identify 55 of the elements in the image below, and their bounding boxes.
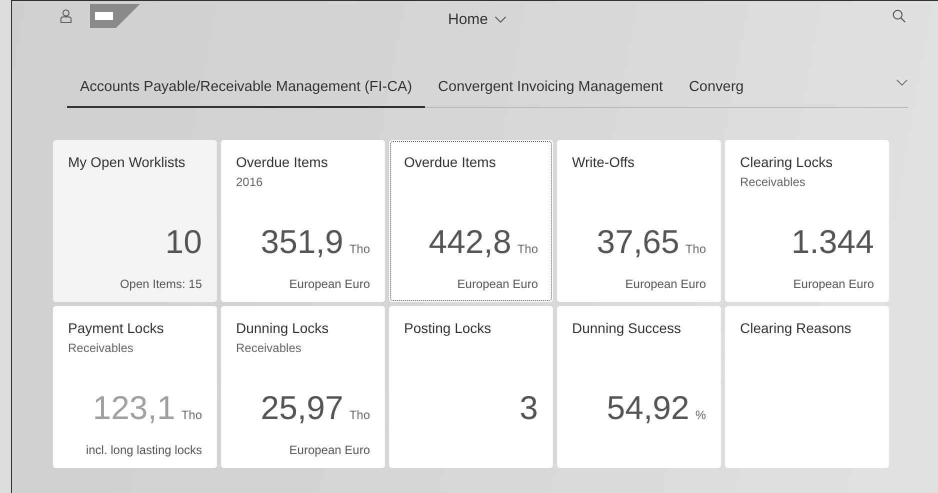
tile-title: Overdue Items <box>404 154 497 170</box>
kpi-unit: Tho <box>181 408 202 422</box>
tile-title: Posting Locks <box>404 320 492 336</box>
kpi-unit: % <box>695 408 706 422</box>
tile[interactable]: Dunning Success 54,92 % <box>557 306 721 468</box>
tile[interactable]: Overdue Items 442,8 Tho European Euro <box>389 140 553 302</box>
tile-footer: European Euro <box>289 277 370 291</box>
kpi-unit: Tho <box>517 242 538 256</box>
tab[interactable]: Accounts Payable/Receivable Management (FI-CA) <box>67 67 426 108</box>
chevron-down-icon[interactable] <box>896 79 908 86</box>
tile-footer: European Euro <box>625 277 706 291</box>
tile-subtitle: 2016 <box>236 175 264 189</box>
tile-title: Dunning Success <box>572 320 682 336</box>
kpi-unit: Tho <box>349 408 370 422</box>
tile[interactable]: Dunning Locks Receivables 25,97 Tho European Euro <box>221 306 385 468</box>
tile-title: My Open Worklists <box>68 154 186 170</box>
tile[interactable]: Overdue Items 2016 351,9 Tho European Euro <box>221 140 385 302</box>
tile-title: Clearing Reasons <box>740 320 852 336</box>
tile-title: Write-Offs <box>572 154 636 170</box>
kpi-value: 25,97 <box>260 389 344 427</box>
tile[interactable]: Clearing Locks Receivables 1.344 European Euro <box>725 140 889 302</box>
tile-subtitle: Receivables <box>236 341 302 355</box>
kpi-value: 10 <box>165 223 202 261</box>
tile-title: Overdue Items <box>236 154 329 170</box>
kpi-value: 1.344 <box>791 223 874 261</box>
kpi-value: 351,9 <box>260 223 344 261</box>
tile[interactable]: Payment Locks Receivables 123,1 Tho incl. long lasting locks <box>53 306 217 468</box>
tile-subtitle: Receivables <box>740 175 806 189</box>
tile-title: Payment Locks <box>68 320 165 336</box>
logo-icon <box>90 4 140 28</box>
chevron-down-icon <box>494 16 508 23</box>
tile-title: Dunning Locks <box>236 320 330 336</box>
tab[interactable]: Convergent Invoicing Management <box>425 67 676 108</box>
tile-footer: European Euro <box>457 277 538 291</box>
tile-footer: European Euro <box>793 277 874 291</box>
tile-title: Clearing Locks <box>740 154 834 170</box>
kpi-value: 123,1 <box>92 389 176 427</box>
kpi-value: 442,8 <box>428 223 512 261</box>
kpi-unit: Tho <box>685 242 706 256</box>
home-menu-button[interactable]: Home <box>448 11 508 28</box>
search-icon[interactable] <box>892 9 906 23</box>
kpi-unit: Tho <box>349 242 370 256</box>
user-icon[interactable] <box>60 9 72 23</box>
kpi-value: 54,92 <box>606 389 690 427</box>
tile-footer: European Euro <box>289 443 370 457</box>
tile[interactable]: My Open Worklists 10 Open Items: 15 <box>53 140 217 302</box>
tile-subtitle: Receivables <box>68 341 134 355</box>
kpi-value: 3 <box>520 389 538 427</box>
tile[interactable]: Write-Offs 37,65 Tho European Euro <box>557 140 721 302</box>
tab[interactable]: Converg <box>676 67 757 108</box>
tile-footer: incl. long lasting locks <box>86 443 202 457</box>
tile-footer: Open Items: 15 <box>120 277 202 291</box>
tile[interactable]: Clearing Reasons <box>725 306 889 468</box>
tile[interactable]: Posting Locks 3 <box>389 306 553 468</box>
kpi-value: 37,65 <box>596 223 680 261</box>
